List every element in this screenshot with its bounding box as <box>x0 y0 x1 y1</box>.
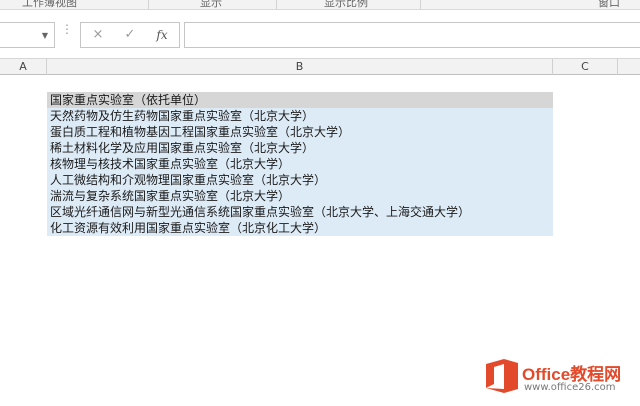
cell-header[interactable]: 国家重点实验室（依托单位） <box>47 92 553 108</box>
resize-handle-icon[interactable]: ⋮ <box>61 23 73 35</box>
ribbon-group-workbook-views: 工作簿视图 <box>22 0 77 9</box>
name-box[interactable]: ▼ <box>0 22 55 48</box>
ribbon-divider <box>420 0 421 9</box>
worksheet-grid[interactable]: 国家重点实验室（依托单位） 天然药物及仿生药物国家重点实验室（北京大学） 蛋白质… <box>0 75 640 406</box>
formula-bar: ▼ ⋮ × ✓ fx <box>0 18 640 50</box>
office-logo-icon <box>486 359 518 393</box>
ribbon-divider <box>148 0 149 9</box>
column-header-c[interactable]: C <box>553 59 618 75</box>
selected-range[interactable]: 国家重点实验室（依托单位） 天然药物及仿生药物国家重点实验室（北京大学） 蛋白质… <box>47 92 553 236</box>
cell-row[interactable]: 蛋白质工程和植物基因工程国家重点实验室（北京大学） <box>47 124 553 140</box>
ribbon-group-show: 显示 <box>200 0 222 9</box>
ribbon-group-labels: 工作簿视图 显示 显示比例 窗口 <box>0 0 640 10</box>
column-headers: A B C <box>0 58 640 75</box>
watermark-url: www.office26.com <box>524 382 616 393</box>
cell-row[interactable]: 区域光纤通信网与新型光通信系统国家重点实验室（北京大学、上海交通大学） <box>47 204 553 220</box>
chevron-down-icon[interactable]: ▼ <box>42 31 48 40</box>
ribbon-group-window: 窗口 <box>598 0 620 9</box>
cell-row[interactable]: 人工微结构和介观物理国家重点实验室（北京大学） <box>47 172 553 188</box>
column-header-b[interactable]: B <box>47 59 553 75</box>
cell-row[interactable]: 化工资源有效利用国家重点实验室（北京化工大学） <box>47 220 553 236</box>
cell-row[interactable]: 核物理与核技术国家重点实验室（北京大学） <box>47 156 553 172</box>
ribbon-divider <box>276 0 277 9</box>
formula-input[interactable] <box>184 22 640 48</box>
cell-row[interactable]: 稀土材料化学及应用国家重点实验室（北京大学） <box>47 140 553 156</box>
insert-function-icon[interactable]: fx <box>151 26 173 44</box>
cell-row[interactable]: 天然药物及仿生药物国家重点实验室（北京大学） <box>47 108 553 124</box>
column-header-a[interactable]: A <box>0 59 47 75</box>
cell-row[interactable]: 湍流与复杂系统国家重点实验室（北京大学） <box>47 188 553 204</box>
ribbon-group-zoom: 显示比例 <box>324 0 368 9</box>
enter-icon[interactable]: ✓ <box>119 26 141 44</box>
cancel-icon[interactable]: × <box>87 26 109 44</box>
formula-buttons: × ✓ fx <box>80 22 180 48</box>
